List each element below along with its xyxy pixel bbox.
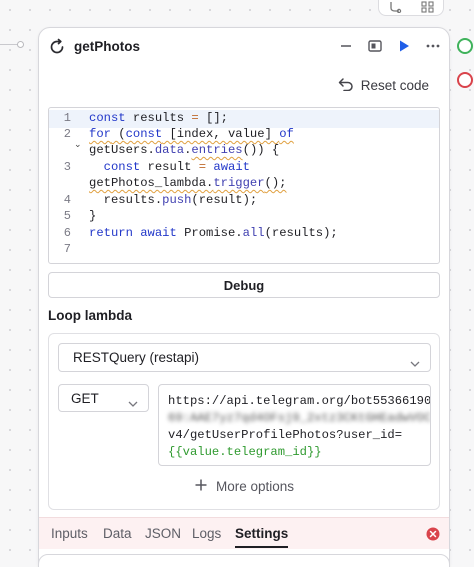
method-select-value: GET [71,390,99,406]
node-header: getPhotos [39,28,449,68]
url-line-redacted: 69:AAE7yz7qd4OFsj9_2xtz3CKtGHEadwVOC [168,411,431,425]
panel-icon[interactable] [367,38,383,54]
tab-json[interactable]: JSON [145,526,181,541]
success-output-handle[interactable] [457,38,473,54]
code-editor[interactable]: 1 2 3 4 5 6 7 ⌄ const results = []; for … [48,107,440,264]
debug-label: Debug [223,277,265,293]
code-line: const results = []; [89,111,228,125]
resource-select[interactable]: RESTQuery (restapi) [58,343,431,372]
line-number: 2 [63,127,71,141]
play-icon[interactable] [396,38,412,54]
resource-select-value: RESTQuery (restapi) [73,350,200,365]
plus-icon [194,478,208,495]
tab-logs[interactable]: Logs [192,526,221,541]
tab-settings[interactable]: Settings [235,526,288,541]
code-line: results.push(result); [89,193,258,207]
code-line: for (const [index, value] of [89,127,294,141]
url-template-token: {{value.telegram_id}} [168,445,322,459]
loop-lambda-label: Loop lambda [48,308,132,323]
tab-inputs[interactable]: Inputs [51,526,88,541]
line-number: 3 [63,160,71,174]
code-line: const result = await [103,160,250,174]
reset-icon [338,77,354,94]
line-number: 7 [63,242,71,256]
code-line: } [89,209,97,223]
debug-button[interactable]: Debug [48,272,440,298]
next-node-card [38,554,450,567]
line-number: 4 [63,193,71,207]
node-card: getPhotos Reset code 1 2 3 4 5 6 7 ⌄ con… [38,27,450,567]
input-connector[interactable] [0,41,40,48]
code-line: getPhotos_lambda.trigger(); [89,176,287,190]
reset-code-button[interactable]: Reset code [338,77,429,94]
code-line: return await Promise.all(results); [89,226,338,240]
more-icon[interactable] [425,38,441,54]
connector-line [0,44,18,45]
line-number: 1 [63,111,71,125]
minimize-icon[interactable] [338,38,354,54]
active-tab-indicator [235,546,288,548]
url-line: v4/getUserProfilePhotos?user_id= [168,428,403,442]
more-options-button[interactable]: More options [49,478,439,495]
node-title[interactable]: getPhotos [74,39,140,54]
chevron-down-icon [410,355,420,370]
branch-icon[interactable] [388,1,402,13]
url-input[interactable]: https://api.telegram.org/bot55366190 69:… [158,384,431,466]
error-icon[interactable] [426,527,440,541]
loop-lambda-panel: RESTQuery (restapi) GET https://api.tele… [48,333,440,510]
line-number: 6 [63,226,71,240]
more-options-label: More options [215,479,295,494]
connector-dot[interactable] [17,41,24,48]
line-number: 5 [63,209,71,223]
loop-icon [48,38,66,61]
reset-code-label: Reset code [360,78,429,93]
chevron-down-icon [128,395,138,410]
grid-icon[interactable] [421,1,434,13]
error-output-handle[interactable] [457,72,473,88]
canvas-toolbar [378,0,444,16]
line-gutter: 1 2 3 4 5 6 7 ⌄ [49,108,85,263]
method-select[interactable]: GET [58,384,149,412]
tab-data[interactable]: Data [103,526,132,541]
bottom-tab-bar: Inputs Data JSON Logs Settings [39,517,449,549]
code-line: getUsers.data.entries()) { [89,143,280,157]
chevron-down-icon[interactable]: ⌄ [74,140,82,150]
url-line: https://api.telegram.org/bot55366190 [168,394,431,408]
